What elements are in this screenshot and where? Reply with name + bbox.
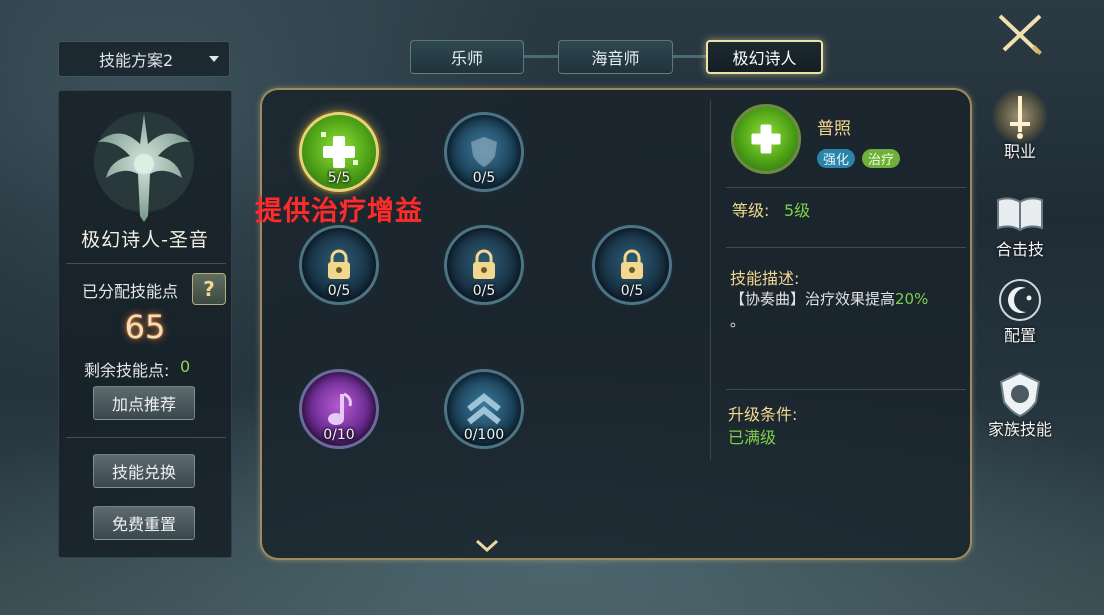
skill-node-shield[interactable]: 0/5 bbox=[444, 112, 524, 192]
nav-close[interactable] bbox=[985, 6, 1055, 62]
skill-node-locked[interactable]: 0/5 bbox=[299, 225, 379, 305]
divider bbox=[726, 247, 966, 248]
music-note-icon bbox=[328, 392, 352, 425]
description-highlight: 20% bbox=[895, 290, 929, 308]
lock-icon bbox=[328, 249, 350, 279]
skill-node-locked[interactable]: 0/5 bbox=[444, 225, 524, 305]
level-label: 等级: bbox=[732, 201, 770, 220]
skill-node-music[interactable]: 0/10 bbox=[299, 369, 379, 449]
chevron-down-icon[interactable] bbox=[474, 538, 500, 554]
skill-level: 0/100 bbox=[463, 427, 505, 443]
book-icon bbox=[992, 186, 1048, 242]
level-value: 5级 bbox=[784, 201, 811, 220]
tab-label: 海音师 bbox=[591, 49, 640, 68]
tab-label: 乐师 bbox=[450, 49, 483, 68]
skill-node-heal[interactable]: 5/5 bbox=[299, 112, 379, 192]
lock-icon bbox=[473, 249, 495, 279]
remaining-points-label: 剩余技能点: bbox=[84, 361, 170, 380]
description-suffix: 。 bbox=[730, 312, 746, 330]
skill-level: 5/5 bbox=[327, 170, 351, 186]
skill-level: 0/10 bbox=[323, 427, 355, 443]
heal-cross-icon bbox=[751, 124, 781, 154]
remaining-points-value: 0 bbox=[180, 357, 191, 376]
tab-sea-singer[interactable]: 海音师 bbox=[558, 40, 673, 74]
divider bbox=[726, 187, 966, 188]
nav-label: 家族技能 bbox=[987, 420, 1052, 439]
allocated-points-value: 65 bbox=[124, 308, 166, 346]
selected-skill-icon bbox=[731, 104, 801, 174]
description-label: 技能描述: bbox=[730, 269, 800, 288]
skill-name: 普照 bbox=[817, 119, 851, 139]
divider bbox=[726, 389, 966, 390]
shield-icon bbox=[471, 137, 497, 167]
skill-plan-dropdown[interactable]: 技能方案2 bbox=[58, 41, 230, 77]
skill-node-locked[interactable]: 0/5 bbox=[592, 225, 672, 305]
skill-exchange-button[interactable]: 技能兑换 bbox=[93, 454, 195, 488]
nav-family-skill[interactable]: 家族技能 bbox=[985, 366, 1055, 440]
sword-emblem-icon bbox=[992, 88, 1048, 144]
help-button[interactable]: ? bbox=[192, 273, 226, 305]
tab-label: 极幻诗人 bbox=[732, 49, 797, 68]
skill-exchange-label: 技能兑换 bbox=[111, 463, 176, 482]
crossed-swords-icon bbox=[992, 6, 1048, 62]
description-text: 【协奏曲】治疗效果提高20% 。 bbox=[730, 288, 960, 332]
skill-level: 0/5 bbox=[327, 283, 351, 299]
free-reset-label: 免费重置 bbox=[111, 515, 176, 534]
nav-combo-skill[interactable]: 合击技 bbox=[985, 186, 1055, 260]
divider bbox=[66, 263, 226, 264]
annotation-text: 提供治疗增益 bbox=[255, 196, 423, 227]
free-reset-button[interactable]: 免费重置 bbox=[93, 506, 195, 540]
lion-crest-icon bbox=[992, 366, 1048, 422]
recommend-button-label: 加点推荐 bbox=[111, 395, 176, 414]
divider bbox=[66, 437, 226, 438]
nav-label: 合击技 bbox=[995, 240, 1044, 259]
skill-level: 0/5 bbox=[472, 283, 496, 299]
heal-cross-icon bbox=[321, 132, 358, 168]
panel-divider bbox=[710, 100, 711, 460]
nav-label: 配置 bbox=[1003, 326, 1036, 345]
recommend-button[interactable]: 加点推荐 bbox=[93, 386, 195, 420]
allocated-points-label: 已分配技能点 bbox=[82, 282, 179, 301]
skill-level: 0/5 bbox=[472, 170, 496, 186]
skill-node-upgrade[interactable]: 0/100 bbox=[444, 369, 524, 449]
upgrade-condition-label: 升级条件: bbox=[728, 405, 798, 424]
lock-icon bbox=[621, 249, 643, 279]
double-chevron-up-icon bbox=[467, 393, 501, 425]
description-prefix: 【协奏曲】治疗效果提高 bbox=[730, 290, 896, 308]
tab-musician[interactable]: 乐师 bbox=[410, 40, 524, 74]
question-icon: ? bbox=[203, 277, 215, 301]
nav-config[interactable]: 配置 bbox=[985, 272, 1055, 346]
class-emblem-icon bbox=[88, 104, 200, 224]
nav-profession[interactable]: 职业 bbox=[985, 88, 1055, 162]
tab-fantasy-poet[interactable]: 极幻诗人 bbox=[706, 40, 823, 74]
class-name: 极幻诗人-圣音 bbox=[81, 229, 209, 251]
skill-plan-label: 技能方案2 bbox=[99, 51, 174, 70]
upgrade-condition-value: 已满级 bbox=[728, 428, 777, 447]
tag-enhance: 强化 bbox=[817, 149, 856, 168]
moon-star-icon bbox=[992, 272, 1048, 328]
caret-down-icon bbox=[209, 56, 219, 62]
skill-level: 0/5 bbox=[620, 283, 644, 299]
tag-heal: 治疗 bbox=[862, 149, 901, 168]
nav-label: 职业 bbox=[1003, 142, 1036, 161]
